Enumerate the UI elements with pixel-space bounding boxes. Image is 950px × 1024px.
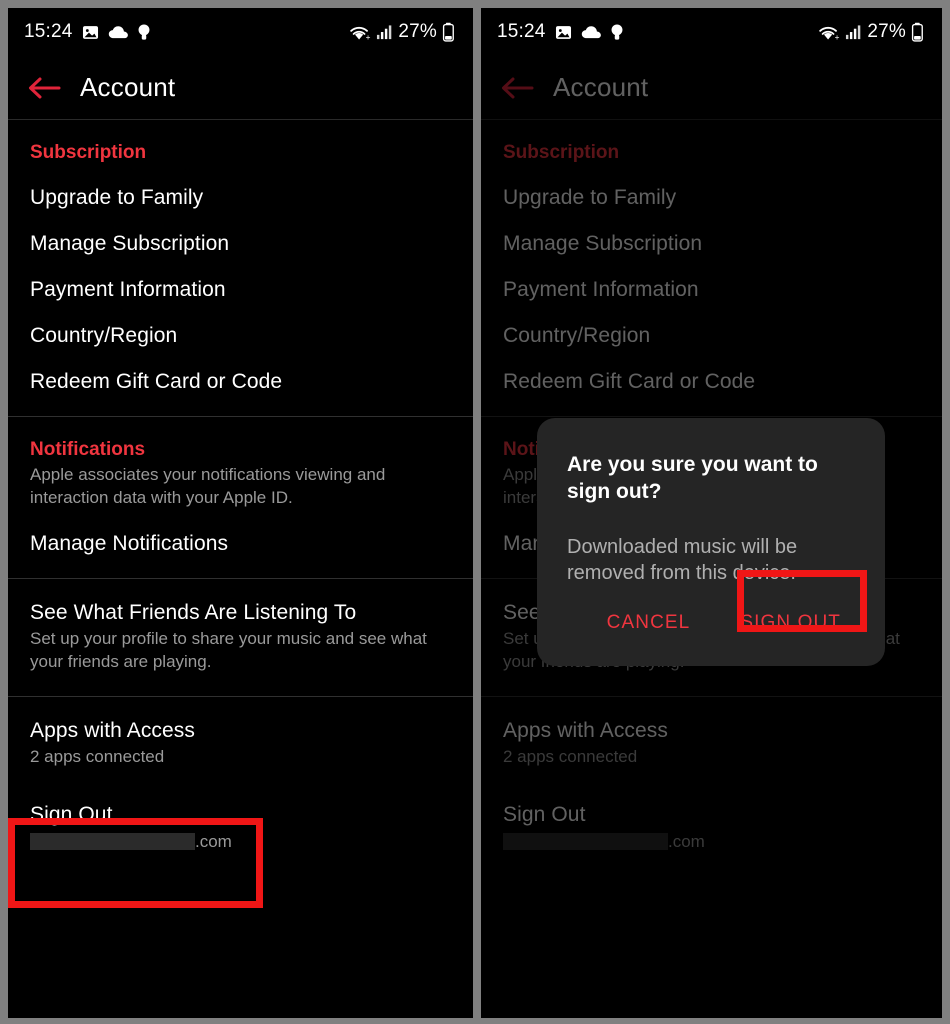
- list-item-upgrade-to-family[interactable]: Upgrade to Family: [8, 164, 473, 210]
- cellular-signal-icon: [846, 24, 861, 39]
- lightbulb-icon: [138, 23, 149, 40]
- section-apps-access: Apps with Access 2 apps connected: [8, 697, 473, 769]
- cancel-button[interactable]: CANCEL: [597, 604, 701, 642]
- list-item-label: See What Friends Are Listening To: [30, 600, 357, 624]
- list-item-payment-information[interactable]: Payment Information: [8, 256, 473, 302]
- cellular-signal-icon: [377, 24, 392, 39]
- photo-icon: [555, 25, 571, 39]
- redacted-email-block: [30, 833, 195, 851]
- list-item-manage-subscription[interactable]: Manage Subscription: [8, 210, 473, 256]
- status-bar-right: + 27%: [818, 21, 924, 43]
- list-item-label: Upgrade to Family: [30, 186, 204, 209]
- phone-screen-after: 15:24 + 27% Are you sure you want to sig…: [481, 8, 942, 1018]
- list-item-sublabel: 2 apps connected: [30, 746, 165, 766]
- list-item-label: Redeem Gift Card or Code: [30, 370, 283, 393]
- photo-icon: [82, 25, 98, 39]
- back-arrow-icon: [29, 77, 61, 98]
- app-bar: Account: [8, 56, 473, 120]
- svg-text:+: +: [835, 33, 840, 42]
- section-notifications: Notifications Apple associates your noti…: [8, 417, 473, 579]
- list-item-country-region[interactable]: Country/Region: [8, 302, 473, 348]
- svg-text:+: +: [366, 33, 371, 42]
- list-item-label: Apps with Access: [30, 718, 196, 742]
- section-friends: See What Friends Are Listening To Set up…: [8, 579, 473, 697]
- status-bar-right: + 27%: [349, 21, 455, 43]
- status-bar: 15:24 + 27%: [8, 8, 473, 56]
- battery-percent-label: 27%: [398, 21, 437, 42]
- page-title: Account: [80, 72, 176, 102]
- account-email: .com: [30, 827, 451, 852]
- screenshot-canvas: 15:24 + 27% Account Subscription Upgrade…: [0, 0, 950, 1024]
- list-item-label: Payment Information: [30, 278, 226, 301]
- phone-screen-before: 15:24 + 27% Account Subscription Upgrade…: [8, 8, 473, 1018]
- sign-out-confirm-button[interactable]: SIGN OUT: [726, 604, 855, 642]
- list-item-label: Manage Subscription: [30, 232, 230, 255]
- status-bar-clock: 15:24: [24, 21, 73, 42]
- list-item-apps-with-access[interactable]: Apps with Access 2 apps connected: [8, 697, 473, 769]
- battery-icon: [911, 22, 923, 42]
- settings-list: Subscription Upgrade to Family Manage Su…: [8, 120, 473, 852]
- list-item-label: Manage Notifications: [30, 531, 229, 555]
- wifi-icon: +: [819, 26, 840, 42]
- cloud-icon: [581, 25, 601, 38]
- list-item-redeem-gift-card[interactable]: Redeem Gift Card or Code: [8, 348, 473, 394]
- list-item-sublabel: Set up your profile to share your music …: [30, 628, 427, 671]
- status-bar: 15:24 + 27%: [481, 8, 942, 56]
- status-bar-left: 15:24: [24, 21, 151, 43]
- battery-icon: [442, 22, 454, 42]
- section-description-notifications: Apple associates your notifications view…: [30, 465, 386, 507]
- wifi-icon: +: [350, 26, 371, 42]
- list-item-sign-out[interactable]: Sign Out .com: [8, 769, 473, 852]
- battery-percent-label: 27%: [867, 21, 906, 42]
- list-item-label: Sign Out: [30, 802, 113, 826]
- lightbulb-icon: [611, 23, 622, 40]
- back-button[interactable]: [8, 75, 80, 101]
- section-header-notifications: Notifications: [30, 439, 146, 460]
- status-bar-left: 15:24: [497, 21, 624, 43]
- dialog-message: Downloaded music will be removed from th…: [567, 535, 798, 584]
- section-header-subscription: Subscription: [30, 142, 147, 163]
- dialog-title: Are you sure you want to sign out?: [567, 453, 818, 503]
- sign-out-confirm-dialog: Are you sure you want to sign out? Downl…: [537, 418, 885, 666]
- list-item-manage-notifications[interactable]: Manage Notifications: [8, 510, 473, 556]
- cloud-icon: [108, 25, 128, 38]
- status-bar-clock: 15:24: [497, 21, 546, 42]
- email-domain-suffix: .com: [195, 831, 232, 851]
- section-subscription: Subscription Upgrade to Family Manage Su…: [8, 120, 473, 417]
- dialog-actions: CANCEL SIGN OUT: [567, 586, 855, 666]
- list-item-see-what-friends-listening[interactable]: See What Friends Are Listening To Set up…: [8, 579, 473, 674]
- section-sign-out: Sign Out .com: [8, 769, 473, 852]
- list-item-label: Country/Region: [30, 324, 178, 347]
